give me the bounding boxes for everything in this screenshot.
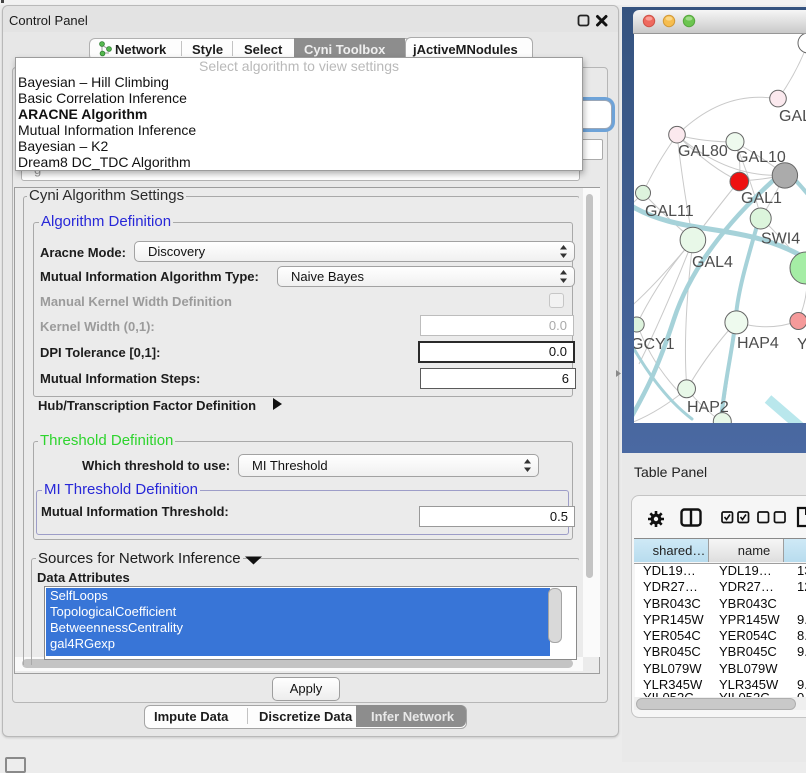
- svg-text:GAL10: GAL10: [736, 149, 786, 166]
- svg-text:GAL1: GAL1: [741, 190, 782, 207]
- svg-text:GAL80: GAL80: [678, 143, 728, 160]
- svg-text:GAL11: GAL11: [645, 203, 694, 220]
- svg-text:HAP4: HAP4: [737, 335, 779, 352]
- svg-text:GCY1: GCY1: [634, 336, 675, 353]
- svg-text:Y: Y: [797, 336, 806, 353]
- svg-text:HAP2: HAP2: [687, 399, 729, 416]
- svg-text:SWI4: SWI4: [761, 231, 800, 248]
- svg-text:GAL4: GAL4: [692, 254, 733, 271]
- svg-text:GAL: GAL: [779, 108, 806, 125]
